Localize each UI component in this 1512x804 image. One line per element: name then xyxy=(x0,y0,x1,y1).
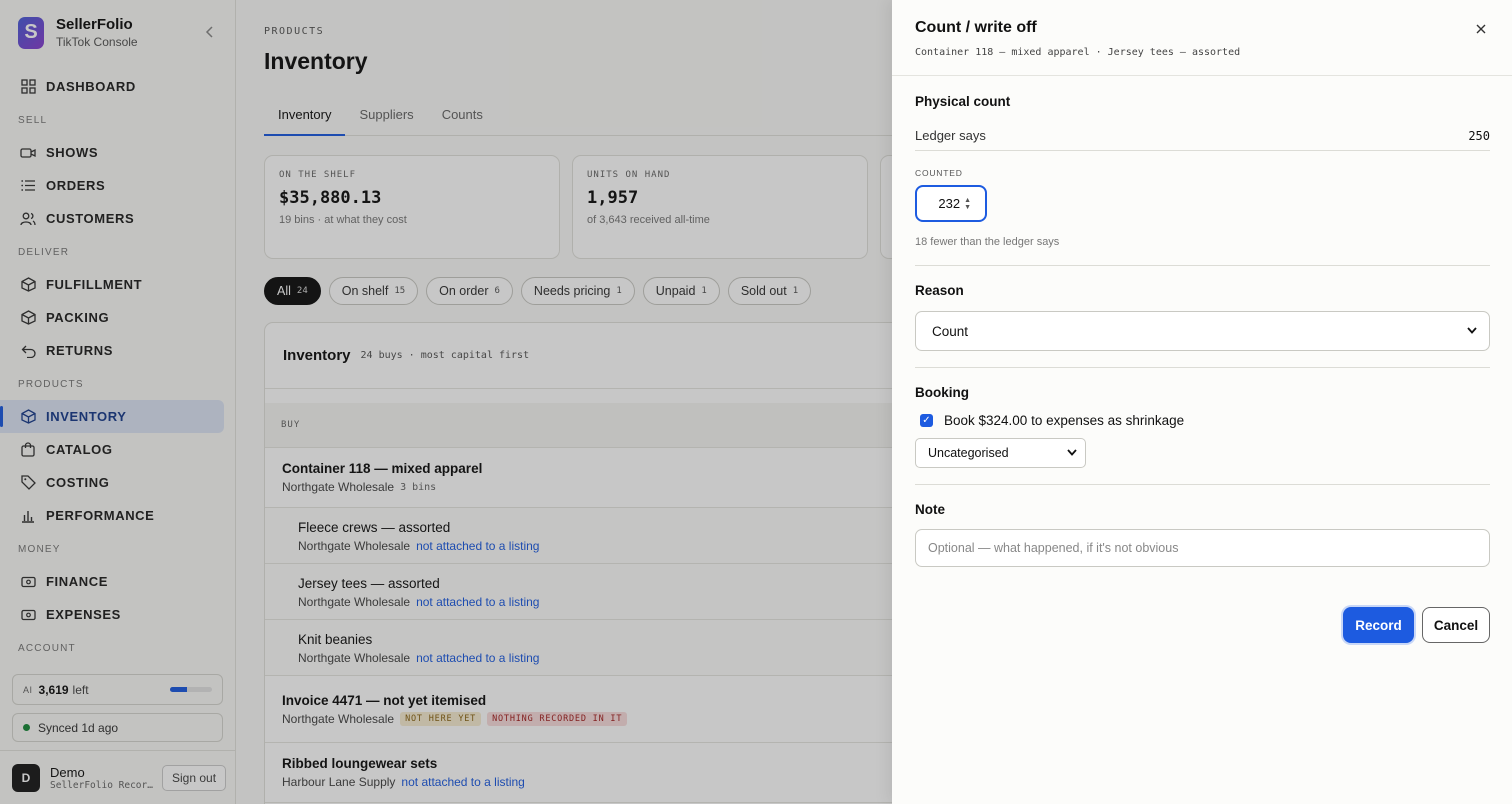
reason-select[interactable]: Count xyxy=(915,311,1490,351)
book-shrinkage-row[interactable]: ✓ Book $324.00 to expenses as shrinkage xyxy=(915,413,1490,428)
divider xyxy=(915,367,1490,368)
section-title-note: Note xyxy=(915,502,945,517)
drawer-body: Physical count Ledger says 250 COUNTED 2… xyxy=(892,94,1512,567)
count-write-off-drawer: Count / write off Container 118 — mixed … xyxy=(892,0,1512,804)
stepper-icon[interactable]: ▲ ▼ xyxy=(964,197,971,211)
count-hint: 18 fewer than the ledger says xyxy=(915,236,1060,248)
expense-category-select[interactable]: Uncategorised xyxy=(915,438,1086,468)
counted-label: COUNTED xyxy=(915,168,963,178)
drawer-actions: Record Cancel xyxy=(1343,607,1490,643)
divider xyxy=(915,484,1490,485)
ledger-label: Ledger says xyxy=(915,128,986,143)
modal-backdrop[interactable] xyxy=(0,0,892,804)
note-input[interactable]: Optional — what happened, if it's not ob… xyxy=(915,529,1490,567)
drawer-title: Count / write off xyxy=(915,19,1037,36)
counted-input[interactable]: 232 ▲ ▼ xyxy=(915,185,987,222)
section-title-reason: Reason xyxy=(915,283,964,298)
chevron-down-icon xyxy=(1467,325,1477,337)
section-title-physical-count: Physical count xyxy=(915,94,1011,109)
drawer-subtitle: Container 118 — mixed apparel · Jersey t… xyxy=(915,47,1241,58)
book-shrinkage-checkbox[interactable]: ✓ xyxy=(920,414,933,427)
drawer-header: Count / write off Container 118 — mixed … xyxy=(892,0,1512,76)
counted-value: 232 xyxy=(938,196,961,211)
close-icon[interactable] xyxy=(1473,20,1489,38)
ledger-value: 250 xyxy=(1468,128,1490,143)
category-value: Uncategorised xyxy=(928,446,1009,460)
ledger-row: Ledger says 250 xyxy=(915,121,1490,151)
section-title-booking: Booking xyxy=(915,385,969,400)
record-button[interactable]: Record xyxy=(1343,607,1414,643)
cancel-button[interactable]: Cancel xyxy=(1422,607,1490,643)
chevron-down-icon xyxy=(1067,447,1077,459)
reason-value: Count xyxy=(932,323,969,339)
book-shrinkage-label: Book $324.00 to expenses as shrinkage xyxy=(944,413,1185,428)
divider xyxy=(915,265,1490,266)
